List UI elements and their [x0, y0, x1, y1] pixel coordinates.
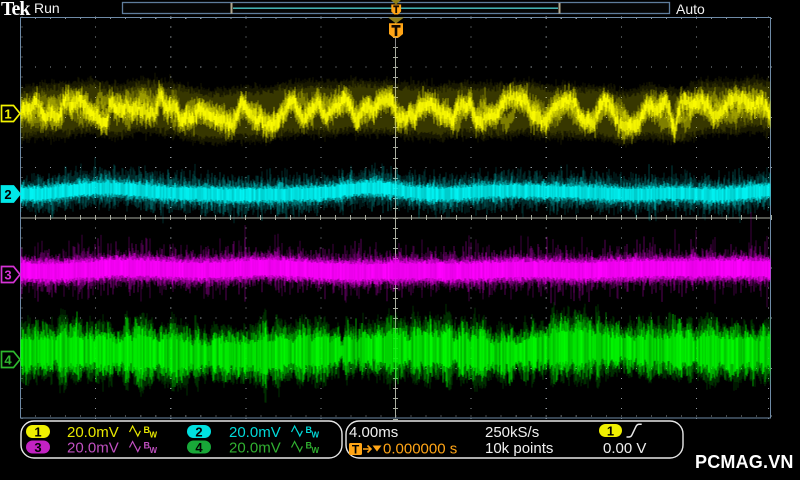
svg-text:0.000000 s: 0.000000 s: [383, 441, 457, 458]
svg-text:4.00ms: 4.00ms: [349, 424, 398, 441]
svg-text:4: 4: [195, 440, 203, 455]
svg-text:W: W: [312, 431, 320, 440]
svg-text:250kS/s: 250kS/s: [485, 424, 539, 441]
svg-text:20.0mV: 20.0mV: [229, 424, 281, 441]
svg-text:W: W: [150, 446, 158, 455]
svg-text:10k points: 10k points: [485, 440, 553, 457]
svg-text:1: 1: [34, 425, 41, 440]
svg-text:1: 1: [607, 424, 614, 439]
svg-text:20.0mV: 20.0mV: [67, 440, 119, 457]
svg-text:20.0mV: 20.0mV: [67, 424, 119, 441]
svg-text:0.00 V: 0.00 V: [603, 440, 646, 457]
svg-text:2: 2: [195, 425, 202, 440]
svg-text:W: W: [312, 446, 320, 455]
svg-text:W: W: [150, 431, 158, 440]
svg-text:3: 3: [34, 440, 41, 455]
svg-text:20.0mV: 20.0mV: [229, 440, 281, 457]
svg-text:T: T: [352, 443, 360, 457]
